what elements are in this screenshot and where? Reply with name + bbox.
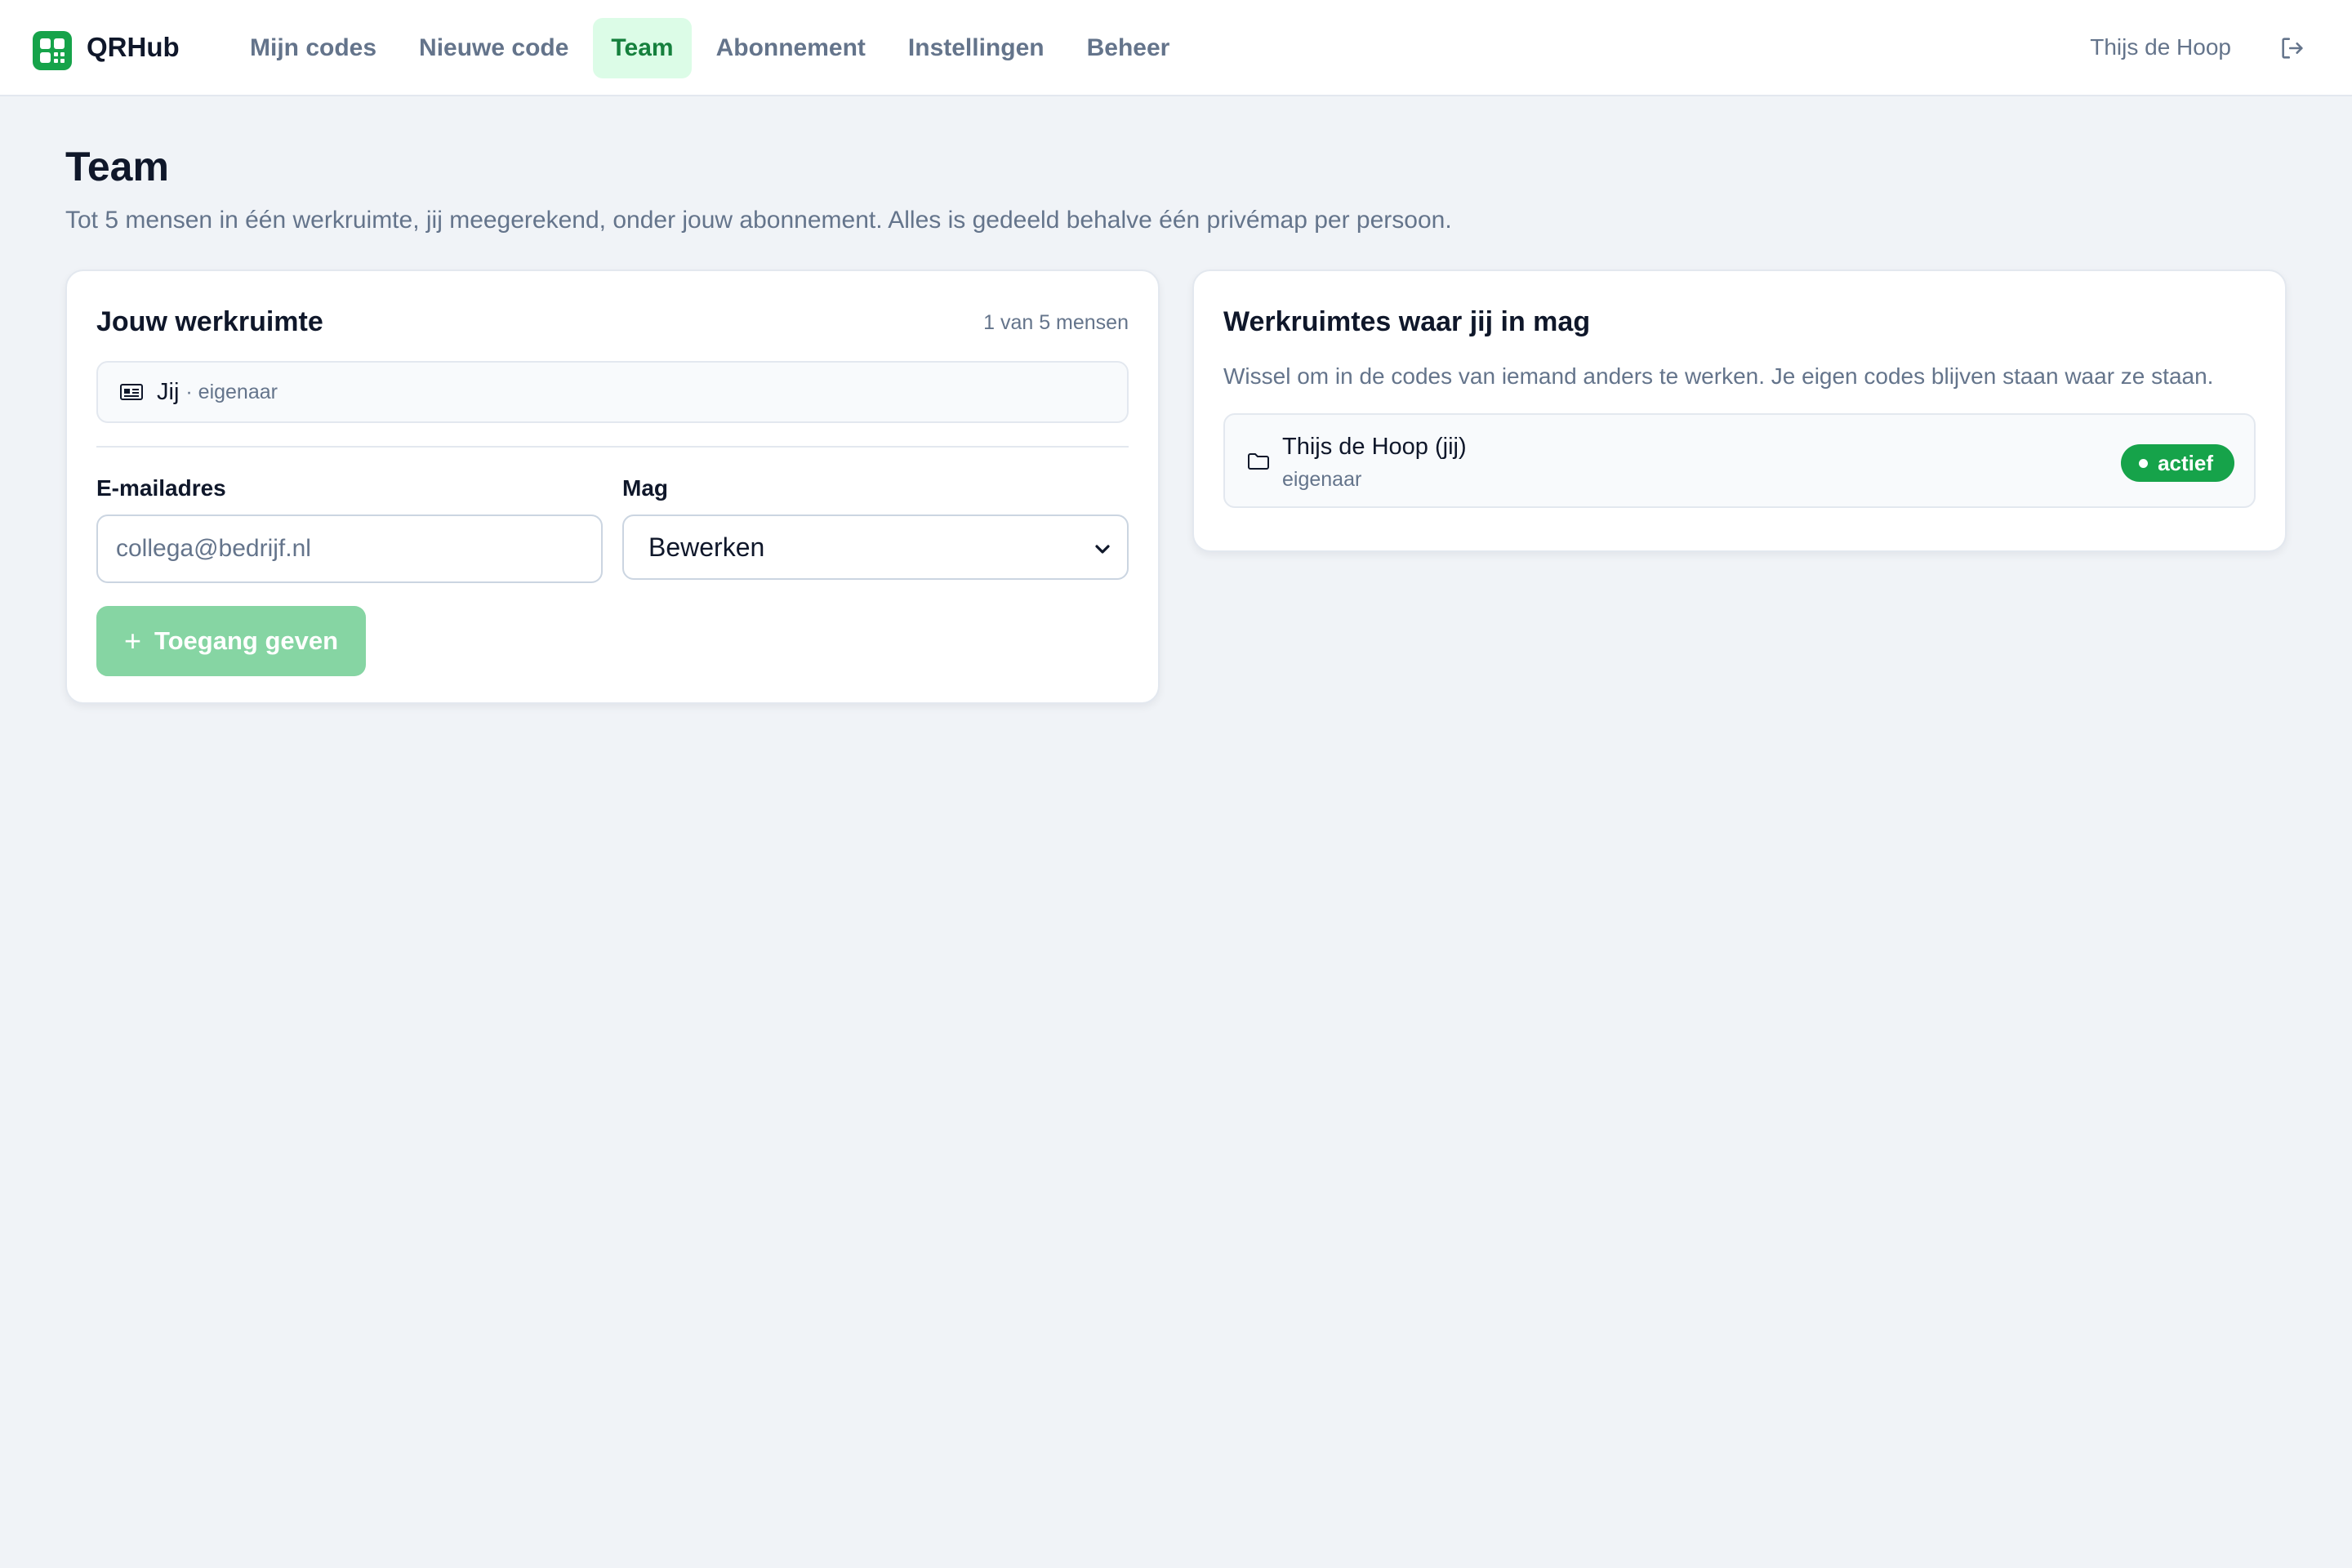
permission-select-value: Bewerken <box>648 532 765 562</box>
accessible-workspaces-description: Wissel om in de codes van iemand anders … <box>1223 363 2214 389</box>
brand-name[interactable]: QRHub <box>87 29 180 65</box>
grant-access-label: Toegang geven <box>154 626 339 655</box>
nav-item-beheer[interactable]: Beheer <box>1069 18 1188 78</box>
page-subtitle: Tot 5 mensen in één werkruimte, jij meeg… <box>65 207 1452 234</box>
workspace-role: eigenaar <box>1282 468 1362 491</box>
chevron-down-icon <box>1095 545 1110 554</box>
nav-item-instellingen[interactable]: Instellingen <box>890 18 1062 78</box>
member-row: Jij · eigenaar <box>96 361 1129 423</box>
nav-item-nieuwe-code[interactable]: Nieuwe code <box>401 18 586 78</box>
logout-icon[interactable] <box>2278 34 2306 62</box>
workspace-name: Thijs de Hoop (jij) <box>1282 434 1467 460</box>
grant-access-button[interactable]: + Toegang geven <box>96 606 366 676</box>
email-label: E-mailadres <box>96 475 226 501</box>
email-input[interactable] <box>96 514 603 583</box>
member-role: · eigenaar <box>185 380 278 403</box>
divider <box>96 446 1129 448</box>
member-count: 1 van 5 mensen <box>983 311 1129 334</box>
plus-icon: + <box>123 624 141 657</box>
status-badge-label: actief <box>2158 450 2213 475</box>
folder-icon <box>1248 453 1269 470</box>
nav-item-mijn-codes[interactable]: Mijn codes <box>232 18 394 78</box>
permission-select[interactable]: Bewerken <box>622 514 1129 580</box>
top-navigation-bar: QRHub Mijn codes Nieuwe code Team Abonne… <box>0 0 2352 96</box>
nav-item-team[interactable]: Team <box>593 18 692 78</box>
nav-item-abonnement[interactable]: Abonnement <box>698 18 884 78</box>
accessible-workspaces-title: Werkruimtes waar jij in mag <box>1223 306 1591 337</box>
own-workspace-title: Jouw werkruimte <box>96 306 323 337</box>
user-name: Thijs de Hoop <box>2090 34 2231 60</box>
own-workspace-card: Jouw werkruimte 1 van 5 mensen Jij · eig… <box>65 270 1160 704</box>
status-badge: actief <box>2121 444 2234 482</box>
qrhub-logo-icon[interactable] <box>33 31 72 70</box>
main-nav: Mijn codes Nieuwe code Team Abonnement I… <box>232 18 1187 78</box>
accessible-workspaces-card: Werkruimtes waar jij in mag Wissel om in… <box>1192 270 2287 552</box>
page-title: Team <box>65 144 169 189</box>
status-dot-icon <box>2139 458 2149 468</box>
id-card-icon <box>120 384 143 400</box>
member-name: Jij <box>157 378 180 405</box>
workspace-row[interactable]: Thijs de Hoop (jij) eigenaar actief <box>1223 413 2256 508</box>
permission-label: Mag <box>622 475 668 501</box>
